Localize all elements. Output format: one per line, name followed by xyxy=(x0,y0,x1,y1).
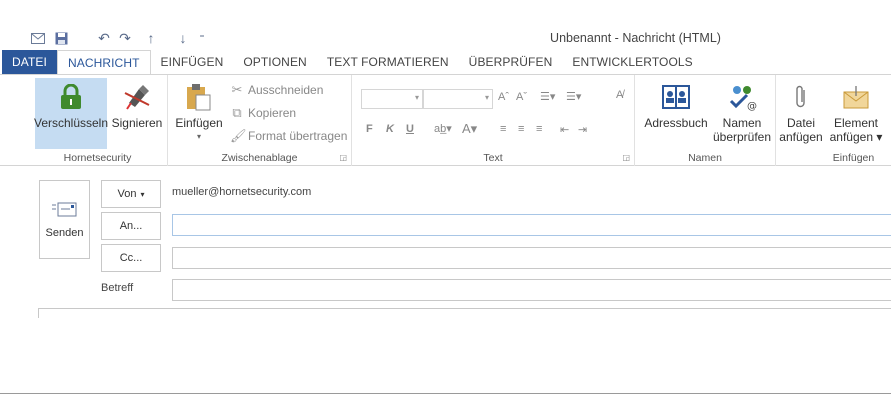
send-button[interactable]: Senden xyxy=(39,180,90,259)
tab-nachricht[interactable]: NACHRICHT xyxy=(56,50,151,75)
attach-item-button[interactable]: Element anfügen ▾ xyxy=(824,78,888,149)
check-names-button[interactable]: @ Namen überprüfen xyxy=(709,78,775,149)
paste-label: Einfügen xyxy=(175,116,223,130)
sign-icon xyxy=(121,82,153,112)
ribbon: Verschlüsseln Signieren Hornetsecurity E… xyxy=(0,74,891,166)
sign-label: Signieren xyxy=(111,116,163,130)
to-button[interactable]: An... xyxy=(101,212,161,240)
align-center-icon[interactable]: ≡ xyxy=(518,123,524,135)
group-insert: Datei anfügen Element anfügen ▾ Einfügen xyxy=(776,75,891,166)
font-color-icon[interactable]: A▾ xyxy=(462,121,477,137)
highlight-icon[interactable]: ab̲▾ xyxy=(434,122,452,135)
sign-button[interactable]: Signieren xyxy=(109,78,165,149)
tab-datei[interactable]: DATEI xyxy=(2,50,57,74)
text-launcher-icon[interactable]: ◲ xyxy=(622,153,630,162)
copy-label: Kopieren xyxy=(248,106,297,120)
attach-item-icon xyxy=(840,82,872,112)
address-book-button[interactable]: Adressbuch xyxy=(639,78,713,149)
format-painter-button[interactable]: 🖌 Format übertragen xyxy=(230,127,347,145)
window-title: Unbenannt - Nachricht (HTML) xyxy=(550,31,721,45)
shrink-font-icon[interactable]: Aˇ xyxy=(516,91,527,103)
group-text: ▾ ▾ Aˆ Aˇ ☰▾ ☰▾ A̸ F K U ab̲▾ A▾ ≡ ≡ ≡ ⇤… xyxy=(352,75,635,166)
group-label-clipboard: Zwischenablage xyxy=(221,152,298,164)
clipboard-launcher-icon[interactable]: ◲ xyxy=(339,153,347,162)
from-label: Von xyxy=(117,188,137,200)
grow-font-icon[interactable]: Aˆ xyxy=(498,91,509,103)
italic-button[interactable]: K xyxy=(386,123,394,135)
tab-einfuegen[interactable]: EINFÜGEN xyxy=(151,50,234,74)
cc-field[interactable] xyxy=(172,247,891,269)
font-size-combo[interactable]: ▾ xyxy=(423,89,493,109)
ribbon-tabs: DATEI NACHRICHT EINFÜGEN OPTIONEN TEXT F… xyxy=(0,50,891,75)
encrypt-button[interactable]: Verschlüsseln xyxy=(33,78,109,149)
tab-entwicklertools[interactable]: ENTWICKLERTOOLS xyxy=(562,50,702,74)
chevron-down-icon: ▾ xyxy=(140,189,145,199)
address-book-label: Adressbuch xyxy=(644,116,708,130)
title-bar: ↶ ↷ ↑ ↓ ⁼ Unbenannt - Nachricht (HTML) xyxy=(0,0,891,50)
attach-file-button[interactable]: Datei anfügen xyxy=(779,78,823,149)
cut-label: Ausschneiden xyxy=(248,83,324,97)
bullets-icon[interactable]: ☰▾ xyxy=(540,90,555,103)
bold-button[interactable]: F xyxy=(366,123,373,135)
tab-optionen[interactable]: OPTIONEN xyxy=(233,50,316,74)
clear-format-icon[interactable]: A̸ xyxy=(616,89,623,101)
send-icon xyxy=(51,200,78,221)
format-painter-label: Format übertragen xyxy=(248,129,348,143)
cut-button[interactable]: ✂ Ausschneiden xyxy=(230,81,324,99)
chevron-down-icon: ▾ xyxy=(484,93,489,102)
align-left-icon[interactable]: ≡ xyxy=(500,123,506,135)
paste-icon xyxy=(183,82,215,112)
align-right-icon[interactable]: ≡ xyxy=(536,123,542,135)
copy-button[interactable]: ⧉ Kopieren xyxy=(230,104,296,122)
lock-icon xyxy=(55,82,87,112)
from-button[interactable]: Von ▾ xyxy=(101,180,161,208)
tab-ueberpruefen[interactable]: ÜBERPRÜFEN xyxy=(459,50,563,74)
group-label-hornetsecurity: Hornetsecurity xyxy=(63,152,132,164)
format-painter-icon: 🖌 xyxy=(230,128,247,143)
send-label: Senden xyxy=(45,227,84,239)
group-clipboard: Einfügen ▾ ✂ Ausschneiden ⧉ Kopieren 🖌 F… xyxy=(168,75,352,166)
paperclip-icon xyxy=(785,82,817,112)
group-label-text: Text xyxy=(483,152,503,164)
numbering-icon[interactable]: ☰▾ xyxy=(566,90,581,103)
group-hornetsecurity: Verschlüsseln Signieren Hornetsecurity xyxy=(0,75,168,166)
paste-dropdown-icon[interactable]: ▾ xyxy=(197,130,201,144)
attach-file-label-1: Datei xyxy=(786,116,815,130)
outdent-icon[interactable]: ⇤ xyxy=(560,123,569,136)
paste-button[interactable]: Einfügen ▾ xyxy=(172,78,226,149)
chevron-down-icon: ▾ xyxy=(414,93,419,102)
subject-label: Betreff xyxy=(101,282,134,294)
from-value: mueller@hornetsecurity.com xyxy=(172,186,312,198)
group-label-names: Namen xyxy=(688,152,722,164)
group-names: Adressbuch @ Namen überprüfen Namen xyxy=(635,75,776,166)
scissors-icon: ✂ xyxy=(231,82,243,97)
subject-field[interactable] xyxy=(172,279,891,301)
check-names-label-2: überprüfen xyxy=(712,130,772,144)
tab-text-formatieren[interactable]: TEXT FORMATIEREN xyxy=(317,50,459,74)
attach-item-label-2: anfügen ▾ xyxy=(829,130,883,144)
check-names-label-1: Namen xyxy=(722,116,762,130)
address-book-icon xyxy=(660,82,692,112)
group-label-insert: Einfügen xyxy=(832,152,875,164)
to-field[interactable] xyxy=(172,214,891,236)
encrypt-label: Verschlüsseln xyxy=(33,116,109,130)
copy-icon: ⧉ xyxy=(232,105,242,120)
message-body[interactable] xyxy=(38,308,891,318)
font-name-combo[interactable]: ▾ xyxy=(361,89,423,109)
attach-file-label-2: anfügen xyxy=(779,130,823,144)
cc-button[interactable]: Cc... xyxy=(101,244,161,272)
indent-icon[interactable]: ⇥ xyxy=(578,123,587,136)
check-names-icon: @ xyxy=(726,82,758,112)
svg-text:@: @ xyxy=(747,101,757,111)
underline-button[interactable]: U xyxy=(406,123,414,135)
attach-item-label-1: Element xyxy=(833,116,879,130)
